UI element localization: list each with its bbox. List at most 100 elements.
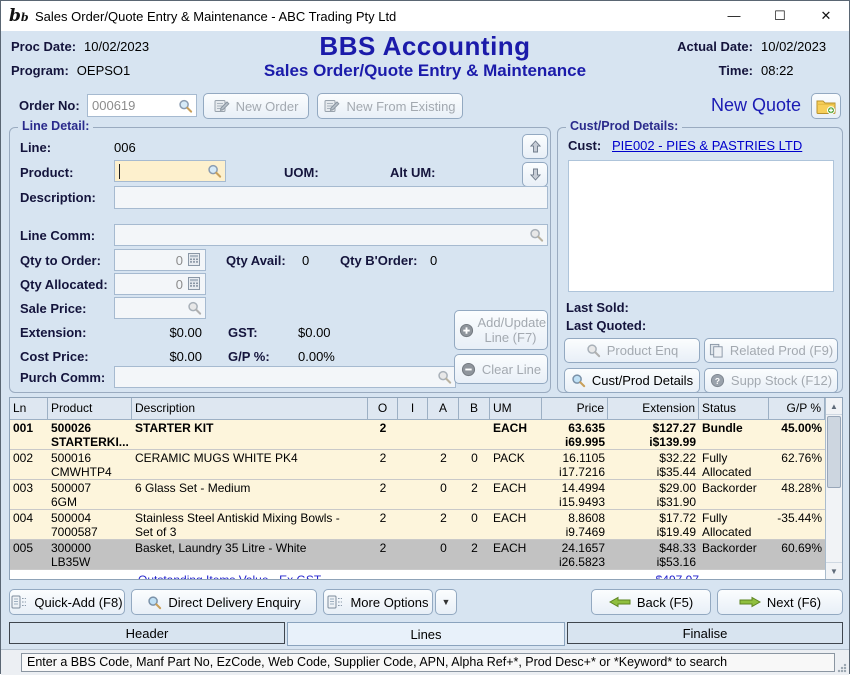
close-icon[interactable]: ✕ [803,1,849,31]
clear-line-button: Clear Line [454,354,548,384]
table-cell: 0 [428,480,459,509]
new-order-icon [214,99,230,113]
order-no-field[interactable] [87,94,197,117]
outstanding-value-amount: $497.97 [608,573,699,580]
qty-allocated-field[interactable] [114,273,206,295]
arrow-up-icon [530,140,541,153]
product-enq-button: Product Enq [564,338,700,363]
gp-label: G/P %: [228,349,270,364]
qty-allocated-calculator-icon[interactable] [187,277,202,292]
tab-finalise[interactable]: Finalise [567,622,843,644]
gp-value: 0.00% [298,349,335,364]
table-cell: 2 [368,480,398,509]
table-cell: 5000076GM [48,480,132,509]
titlebar: bb Sales Order/Quote Entry & Maintenance… [1,1,849,31]
direct-delivery-enquiry-button[interactable]: Direct Delivery Enquiry [131,589,317,615]
sale-price-search-icon[interactable] [187,301,202,316]
tab-lines[interactable]: Lines [287,622,565,646]
table-footer-row: Outstanding Items Value - Ex GST $497.97 [10,570,842,580]
status-bar: Enter a BBS Code, Manf Part No, EzCode, … [1,649,849,675]
table-cell: 0 [428,540,459,569]
purch-comm-search-icon[interactable] [437,370,452,385]
line-comm-search-icon[interactable] [529,228,544,243]
table-cell: $48.33i$53.16 [608,540,699,569]
description-input[interactable] [115,187,547,208]
supp-stock-label: Supp Stock (F12) [731,373,832,388]
product-search-icon[interactable] [207,164,222,179]
more-options-button[interactable]: More Options [323,589,433,615]
scrollbar-thumb[interactable] [827,416,841,488]
line-down-button[interactable] [522,162,548,187]
app-window: bb Sales Order/Quote Entry & Maintenance… [0,0,850,674]
product-enq-label: Product Enq [607,343,679,358]
plus-circle-icon [459,323,474,338]
table-cell: $17.72i$19.49 [608,510,699,539]
new-quote-button[interactable] [811,93,841,119]
back-button[interactable]: Back (F5) [591,589,711,615]
resize-grip[interactable] [837,663,847,673]
table-cell: EACH [490,420,542,449]
table-row[interactable]: 001500026STARTERKI...STARTER KIT2EACH63.… [10,420,842,450]
minimize-icon[interactable]: — [711,1,757,31]
table-cell: STARTER KIT [132,420,368,449]
customer-link[interactable]: PIE002 - PIES & PASTRIES LTD [612,138,802,153]
product-label: Product: [20,165,73,180]
cust-prod-details-button[interactable]: Cust/Prod Details [564,368,700,393]
description-field[interactable] [114,186,548,209]
table-row[interactable]: 0035000076GM6 Glass Set - Medium202EACH1… [10,480,842,510]
text-caret [119,164,120,179]
sale-price-field[interactable] [114,297,206,319]
purch-comm-input[interactable] [115,367,455,387]
product-field[interactable] [114,160,226,182]
next-button[interactable]: Next (F6) [717,589,843,615]
extension-label: Extension: [20,325,86,340]
maximize-icon[interactable]: ☐ [757,1,803,31]
table-row[interactable]: 002500016CMWHTP4CERAMIC MUGS WHITE PK422… [10,450,842,480]
clipboard-icon [709,343,724,358]
table-scrollbar[interactable]: ▲ ▼ [825,398,842,579]
alt-um-label: Alt UM: [390,165,436,180]
qty-to-order-field[interactable] [114,249,206,271]
quick-add-button[interactable]: Quick-Add (F8) [9,589,125,615]
quick-add-label: Quick-Add (F8) [34,595,122,610]
table-row[interactable]: 005300000LB35WBasket, Laundry 35 Litre -… [10,540,842,570]
purch-comm-field[interactable] [114,366,456,388]
table-cell [398,420,428,449]
new-quote-label: New Quote [711,95,801,116]
cost-price-label: Cost Price: [20,349,89,364]
supp-stock-button: ? Supp Stock (F12) [704,368,838,393]
cost-price-value: $0.00 [114,349,202,364]
scroll-up-icon[interactable]: ▲ [826,398,842,415]
scroll-down-icon[interactable]: ▼ [826,562,842,579]
form-lines-icon [327,595,344,609]
table-cell: EACH [490,540,542,569]
actual-date-value: 10/02/2023 [761,39,839,54]
table-cell: EACH [490,480,542,509]
table-cell: $127.27i$139.99 [608,420,699,449]
more-options-dropdown-button[interactable]: ▼ [435,589,457,615]
line-comm-field[interactable] [114,224,548,246]
last-quoted-label: Last Quoted: [566,318,646,333]
table-cell: 14.4994i15.9493 [542,480,608,509]
table-cell: 005 [10,540,48,569]
line-up-button[interactable] [522,134,548,159]
table-row[interactable]: 0045000047000587Stainless Steel Antiskid… [10,510,842,540]
column-header: Status [699,398,769,419]
table-cell: 2 [368,540,398,569]
order-search-icon[interactable] [178,98,193,113]
table-cell: 500026STARTERKI... [48,420,132,449]
qty-to-order-calculator-icon[interactable] [187,253,202,268]
table-cell: 004 [10,510,48,539]
action-bar: Quick-Add (F8) Direct Delivery Enquiry M… [1,586,849,620]
table-cell: Backorder [699,480,769,509]
line-comm-input[interactable] [115,225,547,245]
folder-plus-icon [816,98,836,115]
table-cell: 2 [368,420,398,449]
column-header: O [368,398,398,419]
new-from-existing-label: New From Existing [346,99,455,114]
table-cell: 16.1105i17.7216 [542,450,608,479]
tab-header[interactable]: Header [9,622,285,644]
order-lines-table: LnProductDescriptionOIABUMPriceExtension… [9,397,843,580]
last-sold-label: Last Sold: [566,300,629,315]
table-cell: -35.44% [769,510,825,539]
